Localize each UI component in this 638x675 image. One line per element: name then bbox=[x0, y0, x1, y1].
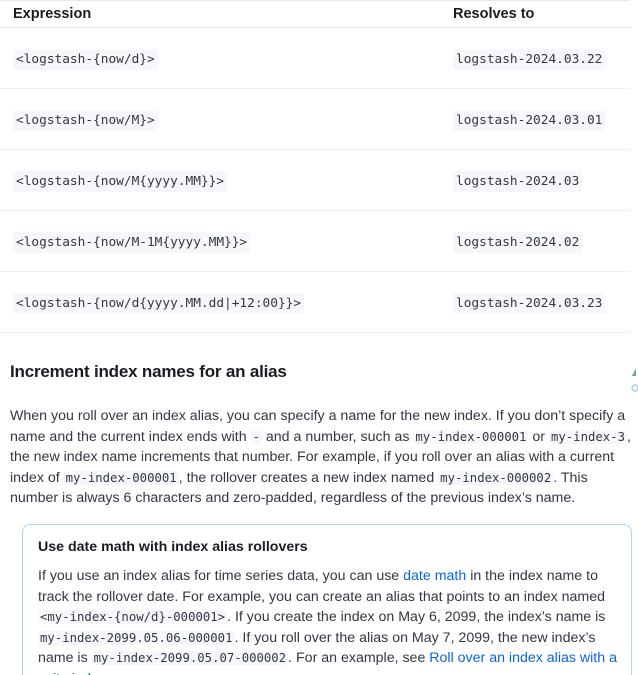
inline-code: my-index-000001 bbox=[63, 470, 179, 485]
table-header: Expression Resolves to bbox=[0, 1, 630, 28]
date-math-table: Expression Resolves to <logstash-{now/d}… bbox=[0, 0, 630, 333]
inline-code: - bbox=[250, 429, 262, 444]
callout-text-part: . For an example, see bbox=[288, 650, 430, 666]
callout-text-part: . If you create the index on May 6, 2099… bbox=[227, 609, 606, 625]
resolves-to-cell: logstash-2024.03 bbox=[453, 171, 583, 192]
side-marker-icon bbox=[631, 368, 638, 392]
table-row: <logstash-{now/M{yyyy.MM}}> logstash-202… bbox=[0, 150, 630, 211]
resolves-to-cell: logstash-2024.03.23 bbox=[453, 293, 606, 314]
date-math-callout: Use date math with index alias rollovers… bbox=[22, 524, 632, 675]
section-paragraph: When you roll over an index alias, you c… bbox=[10, 406, 632, 509]
callout-text: If you use an index alias for time serie… bbox=[38, 566, 623, 675]
header-resolves-to: Resolves to bbox=[453, 6, 535, 22]
inline-code: my-index-000001 bbox=[413, 429, 529, 444]
resolves-to-cell: logstash-2024.03.01 bbox=[453, 110, 606, 131]
header-expression: Expression bbox=[13, 6, 92, 22]
paragraph-text: or bbox=[528, 428, 549, 445]
expression-cell: <logstash-{now/M}> bbox=[13, 110, 158, 131]
expression-cell: <logstash-{now/d}> bbox=[13, 49, 158, 70]
section-heading: Increment index names for an alias bbox=[10, 362, 287, 381]
table-row: <logstash-{now/d}> logstash-2024.03.22 bbox=[0, 28, 630, 89]
table-row: <logstash-{now/d{yyyy.MM.dd|+12:00}}> lo… bbox=[0, 272, 630, 333]
date-math-link[interactable]: date math bbox=[403, 568, 466, 584]
expression-cell: <logstash-{now/d{yyyy.MM.dd|+12:00}}> bbox=[13, 293, 305, 314]
inline-code: my-index-000002 bbox=[438, 470, 554, 485]
docs-page: Expression Resolves to <logstash-{now/d}… bbox=[0, 0, 638, 675]
table-row: <logstash-{now/M}> logstash-2024.03.01 bbox=[0, 89, 630, 150]
resolves-to-cell: logstash-2024.03.22 bbox=[453, 49, 606, 70]
inline-code: my-index-3 bbox=[548, 429, 627, 444]
inline-code: <my-index-{now/d}-000001> bbox=[38, 610, 228, 624]
expression-cell: <logstash-{now/M{yyyy.MM}}> bbox=[13, 171, 228, 192]
callout-text-part: . bbox=[106, 671, 110, 675]
paragraph-text: and a number, such as bbox=[261, 428, 414, 445]
resolves-to-cell: logstash-2024.02 bbox=[453, 232, 583, 253]
inline-code: my-index-2099.05.07-000002 bbox=[91, 651, 289, 665]
table-row: <logstash-{now/M-1M{yyyy.MM}}> logstash-… bbox=[0, 211, 630, 272]
callout-title: Use date math with index alias rollovers bbox=[38, 539, 308, 555]
callout-text-part: If you use an index alias for time serie… bbox=[38, 568, 404, 584]
expression-cell: <logstash-{now/M-1M{yyyy.MM}}> bbox=[13, 232, 251, 253]
paragraph-text: , the rollover creates a new index named bbox=[178, 469, 439, 486]
inline-code: my-index-2099.05.06-000001 bbox=[38, 630, 235, 645]
